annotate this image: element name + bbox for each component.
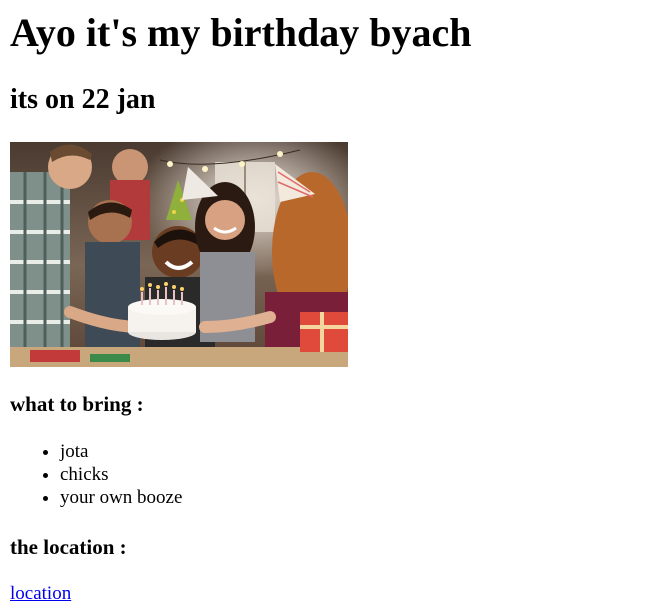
list-item: jota [60,440,182,463]
page-subtitle: its on 22 jan [10,84,156,115]
what-to-bring-heading: what to bring : [10,392,144,416]
page-title: Ayo it's my birthday byach [10,10,472,55]
page: Ayo it's my birthday byach its on 22 jan [0,0,653,609]
list-item: chicks [60,463,182,486]
location-heading: the location : [10,535,127,559]
location-link[interactable]: location [10,582,71,606]
list-item: your own booze [60,486,182,509]
birthday-party-photo [10,142,348,367]
bring-list: jota chicks your own booze [10,440,182,509]
